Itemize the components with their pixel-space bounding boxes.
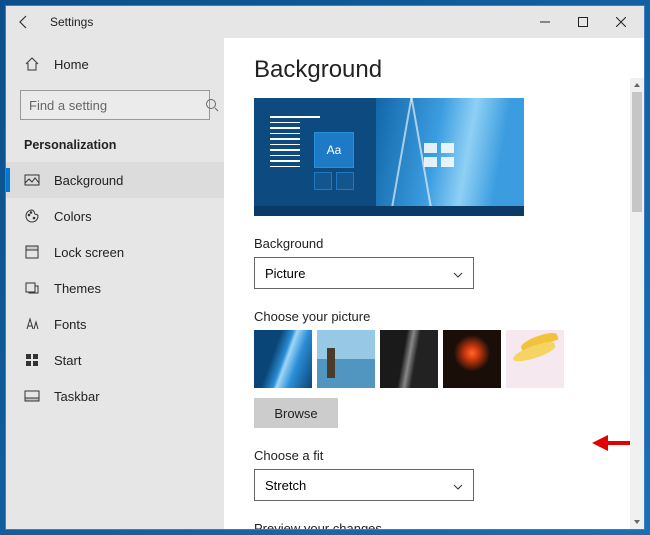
picture-thumb-4[interactable]	[443, 330, 501, 388]
scroll-thumb[interactable]	[632, 92, 642, 212]
content-area: Background Aa	[224, 38, 644, 529]
palette-icon	[24, 208, 40, 224]
sidebar-item-label: Background	[54, 173, 123, 188]
home-icon	[24, 56, 40, 72]
page-title: Background	[254, 56, 614, 84]
choose-fit-label: Choose a fit	[254, 448, 614, 463]
sidebar: Home Personalization Background Color	[6, 38, 224, 529]
window-body: Home Personalization Background Color	[6, 38, 644, 529]
window-title: Settings	[50, 15, 93, 29]
titlebar: Settings	[6, 6, 644, 38]
scroll-up-button[interactable]	[630, 78, 644, 92]
sidebar-item-themes[interactable]: Themes	[6, 270, 224, 306]
choose-picture-label: Choose your picture	[254, 309, 614, 324]
category-header: Personalization	[6, 132, 224, 162]
dropdown-value: Picture	[265, 266, 305, 281]
vertical-scrollbar[interactable]	[630, 78, 644, 529]
sidebar-item-taskbar[interactable]: Taskbar	[6, 378, 224, 414]
browse-button[interactable]: Browse	[254, 398, 338, 428]
fonts-icon	[24, 316, 40, 332]
preview-changes-label: Preview your changes	[254, 521, 614, 529]
sidebar-item-lockscreen[interactable]: Lock screen	[6, 234, 224, 270]
sidebar-item-label: Fonts	[54, 317, 87, 332]
themes-icon	[24, 280, 40, 296]
scroll-track[interactable]	[630, 92, 644, 515]
minimize-button[interactable]	[526, 8, 564, 36]
picture-icon	[24, 172, 40, 188]
sidebar-item-background[interactable]: Background	[6, 162, 224, 198]
close-button[interactable]	[602, 8, 640, 36]
maximize-button[interactable]	[564, 8, 602, 36]
start-icon	[24, 352, 40, 368]
taskbar-icon	[24, 388, 40, 404]
windows-logo-icon	[424, 143, 454, 167]
sidebar-item-colors[interactable]: Colors	[6, 198, 224, 234]
picture-thumb-3[interactable]	[380, 330, 438, 388]
chevron-down-icon	[453, 480, 463, 490]
search-box[interactable]	[20, 90, 210, 120]
picture-thumb-5[interactable]	[506, 330, 564, 388]
background-dropdown[interactable]: Picture	[254, 257, 474, 289]
home-button[interactable]: Home	[6, 46, 224, 82]
desktop-backdrop: Settings Home Person	[0, 0, 650, 535]
settings-window: Settings Home Person	[5, 5, 645, 530]
sidebar-item-label: Themes	[54, 281, 101, 296]
sidebar-item-start[interactable]: Start	[6, 342, 224, 378]
picture-thumb-1[interactable]	[254, 330, 312, 388]
background-label: Background	[254, 236, 614, 251]
sidebar-item-label: Colors	[54, 209, 92, 224]
picture-thumbnails	[254, 330, 614, 388]
lockscreen-icon	[24, 244, 40, 260]
desktop-preview: Aa	[254, 98, 524, 216]
sidebar-item-label: Lock screen	[54, 245, 124, 260]
sidebar-item-fonts[interactable]: Fonts	[6, 306, 224, 342]
search-icon	[205, 98, 219, 112]
preview-sample-text: Aa	[314, 132, 354, 168]
sidebar-item-label: Start	[54, 353, 81, 368]
picture-thumb-2[interactable]	[317, 330, 375, 388]
search-input[interactable]	[29, 98, 205, 113]
back-button[interactable]	[10, 8, 38, 36]
sidebar-item-label: Taskbar	[54, 389, 100, 404]
fit-dropdown[interactable]: Stretch	[254, 469, 474, 501]
home-label: Home	[54, 57, 89, 72]
chevron-down-icon	[453, 268, 463, 278]
dropdown-value: Stretch	[265, 478, 306, 493]
scroll-down-button[interactable]	[630, 515, 644, 529]
